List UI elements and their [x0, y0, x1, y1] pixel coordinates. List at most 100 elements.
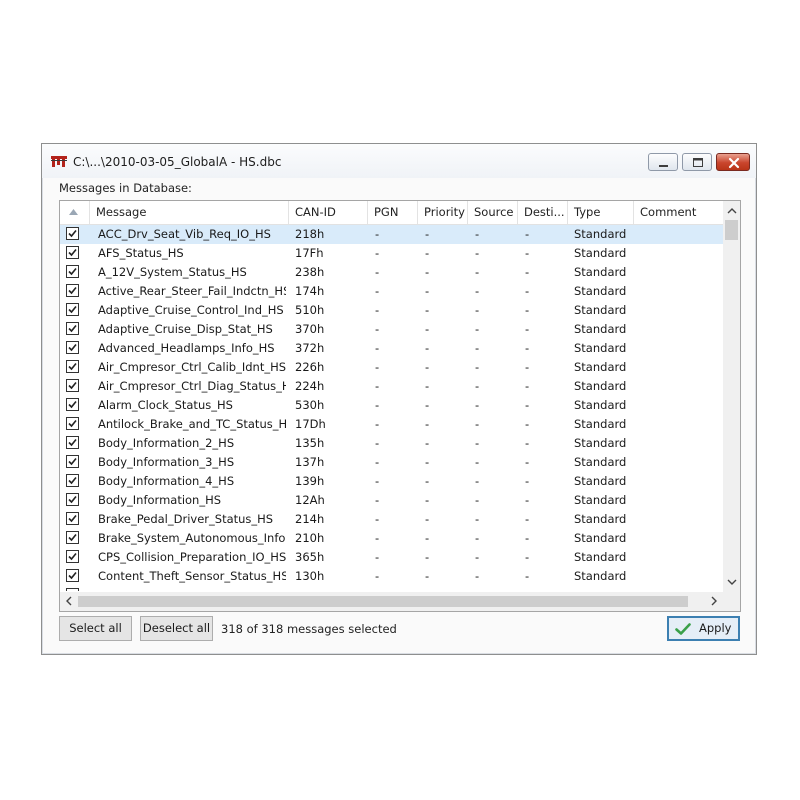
table-row[interactable]: Active_Rear_Steer_Fail_Indctn_HS 174h - - - -… — [60, 282, 723, 301]
table-row[interactable]: AFS_Status_HS 17Fh - - - - Standard — [60, 244, 723, 263]
cell-comment — [640, 415, 720, 434]
row-checkbox[interactable] — [66, 455, 79, 468]
cell-priority: - — [425, 417, 430, 431]
cell-destination: - — [525, 512, 530, 526]
table-row[interactable]: Body_Information_2_HS 135h - - - - Standard — [60, 434, 723, 453]
row-checkbox[interactable] — [66, 531, 79, 544]
table-row[interactable]: Antilock_Brake_and_TC_Status_HS 17Dh - - - - S… — [60, 415, 723, 434]
cell-priority: - — [425, 360, 430, 374]
cell-source: - — [475, 512, 480, 526]
column-header-message[interactable]: Message — [90, 201, 289, 224]
cell-can-id: 224h — [295, 379, 325, 393]
table-row[interactable]: Air_Cmpresor_Ctrl_Diag_Status_HS 224h - - - -… — [60, 377, 723, 396]
cell-message: Active_Rear_Steer_Fail_Indctn_HS — [98, 284, 286, 298]
table-row[interactable]: Body_Information_3_HS 137h - - - - Standard — [60, 453, 723, 472]
cell-pgn: - — [375, 474, 380, 488]
cell-type: Standard — [574, 417, 627, 431]
apply-button[interactable]: Apply — [667, 616, 740, 641]
row-checkbox[interactable] — [66, 550, 79, 563]
scroll-up-icon[interactable] — [726, 205, 738, 217]
row-checkbox[interactable] — [66, 227, 79, 240]
scroll-left-icon[interactable] — [63, 595, 75, 607]
table-row[interactable]: A_12V_System_Status_HS 238h - - - - Standard — [60, 263, 723, 282]
horizontal-scrollbar[interactable] — [60, 592, 740, 611]
cell-comment — [640, 301, 720, 320]
table-row[interactable]: Adaptive_Cruise_Control_Ind_HS 510h - - - - St… — [60, 301, 723, 320]
apply-button-label: Apply — [699, 621, 732, 635]
cell-source: - — [475, 341, 480, 355]
row-checkbox[interactable] — [66, 303, 79, 316]
cell-destination: - — [525, 569, 530, 583]
minimize-icon — [659, 165, 668, 167]
table-row-partial[interactable] — [60, 586, 723, 591]
column-header-check[interactable] — [60, 201, 90, 224]
horizontal-scroll-thumb[interactable] — [78, 596, 688, 607]
row-checkbox[interactable] — [66, 417, 79, 430]
checkmark-icon — [675, 623, 691, 635]
title-bar[interactable]: C:\...\2010-03-05_GlobalA - HS.dbc — [42, 144, 756, 178]
table-row[interactable]: Brake_Pedal_Driver_Status_HS 214h - - - - Stan… — [60, 510, 723, 529]
row-checkbox[interactable] — [66, 246, 79, 259]
table-row[interactable]: Body_Information_HS 12Ah - - - - Standard — [60, 491, 723, 510]
table-row[interactable]: Brake_System_Autonomous_Info... 210h - - - - S… — [60, 529, 723, 548]
cell-message: Antilock_Brake_and_TC_Status_HS — [98, 417, 286, 431]
row-checkbox[interactable] — [66, 474, 79, 487]
column-header-can-id[interactable]: CAN-ID — [289, 201, 368, 224]
row-checkbox[interactable] — [66, 436, 79, 449]
row-checkbox[interactable] — [66, 493, 79, 506]
deselect-all-button[interactable]: Deselect all — [140, 616, 213, 641]
vertical-scroll-thumb[interactable] — [725, 220, 738, 240]
select-all-button[interactable]: Select all — [59, 616, 132, 641]
row-checkbox[interactable] — [66, 322, 79, 335]
table-row[interactable]: Adaptive_Cruise_Disp_Stat_HS 370h - - - - Stan… — [60, 320, 723, 339]
checkmark-icon — [68, 514, 77, 523]
cell-destination: - — [525, 303, 530, 317]
row-checkbox[interactable] — [66, 588, 79, 591]
table-row[interactable]: Body_Information_4_HS 139h - - - - Standard — [60, 472, 723, 491]
row-checkbox[interactable] — [66, 512, 79, 525]
table-row[interactable]: Content_Theft_Sensor_Status_HS 130h - - - - St… — [60, 567, 723, 586]
table-row[interactable]: ACC_Drv_Seat_Vib_Req_IO_HS 218h - - - - Standa… — [60, 225, 723, 244]
scroll-down-icon[interactable] — [726, 576, 738, 588]
cell-priority: - — [425, 322, 430, 336]
column-header-comment[interactable]: Comment — [634, 201, 723, 224]
column-header-type[interactable]: Type — [568, 201, 634, 224]
checkmark-icon — [68, 457, 77, 466]
column-header-pgn[interactable]: PGN — [368, 201, 418, 224]
vertical-scrollbar[interactable] — [723, 201, 740, 593]
column-header-source[interactable]: Source — [468, 201, 518, 224]
column-header-destination[interactable]: Desti... — [518, 201, 568, 224]
cell-priority: - — [425, 265, 430, 279]
row-checkbox[interactable] — [66, 379, 79, 392]
checkmark-icon — [68, 305, 77, 314]
cell-type: Standard — [574, 512, 627, 526]
cell-message: ACC_Drv_Seat_Vib_Req_IO_HS — [98, 227, 271, 241]
table-row[interactable]: CPS_Collision_Preparation_IO_HS 365h - - - - S… — [60, 548, 723, 567]
cell-message: Advanced_Headlamps_Info_HS — [98, 341, 275, 355]
cell-source: - — [475, 417, 480, 431]
checkmark-icon — [68, 381, 77, 390]
scroll-right-icon[interactable] — [708, 595, 720, 607]
cell-can-id: 17Dh — [295, 417, 326, 431]
row-checkbox[interactable] — [66, 265, 79, 278]
maximize-button[interactable] — [682, 153, 712, 171]
row-checkbox[interactable] — [66, 360, 79, 373]
row-checkbox[interactable] — [66, 398, 79, 411]
column-header-priority[interactable]: Priority — [418, 201, 468, 224]
cell-priority: - — [425, 379, 430, 393]
cell-priority: - — [425, 398, 430, 412]
cell-source: - — [475, 284, 480, 298]
cell-message: Adaptive_Cruise_Control_Ind_HS — [98, 303, 284, 317]
row-checkbox[interactable] — [66, 569, 79, 582]
close-button[interactable] — [716, 153, 750, 171]
table-row[interactable]: Air_Cmpresor_Ctrl_Calib_Idnt_HS 226h - - - - S… — [60, 358, 723, 377]
table-row[interactable]: Alarm_Clock_Status_HS 530h - - - - Standard — [60, 396, 723, 415]
cell-comment — [640, 548, 720, 567]
cell-comment — [640, 491, 720, 510]
minimize-button[interactable] — [648, 153, 678, 171]
table-row[interactable]: Advanced_Headlamps_Info_HS 372h - - - - Standa… — [60, 339, 723, 358]
row-checkbox[interactable] — [66, 341, 79, 354]
row-checkbox[interactable] — [66, 284, 79, 297]
cell-can-id: 510h — [295, 303, 325, 317]
cell-priority: - — [425, 531, 430, 545]
